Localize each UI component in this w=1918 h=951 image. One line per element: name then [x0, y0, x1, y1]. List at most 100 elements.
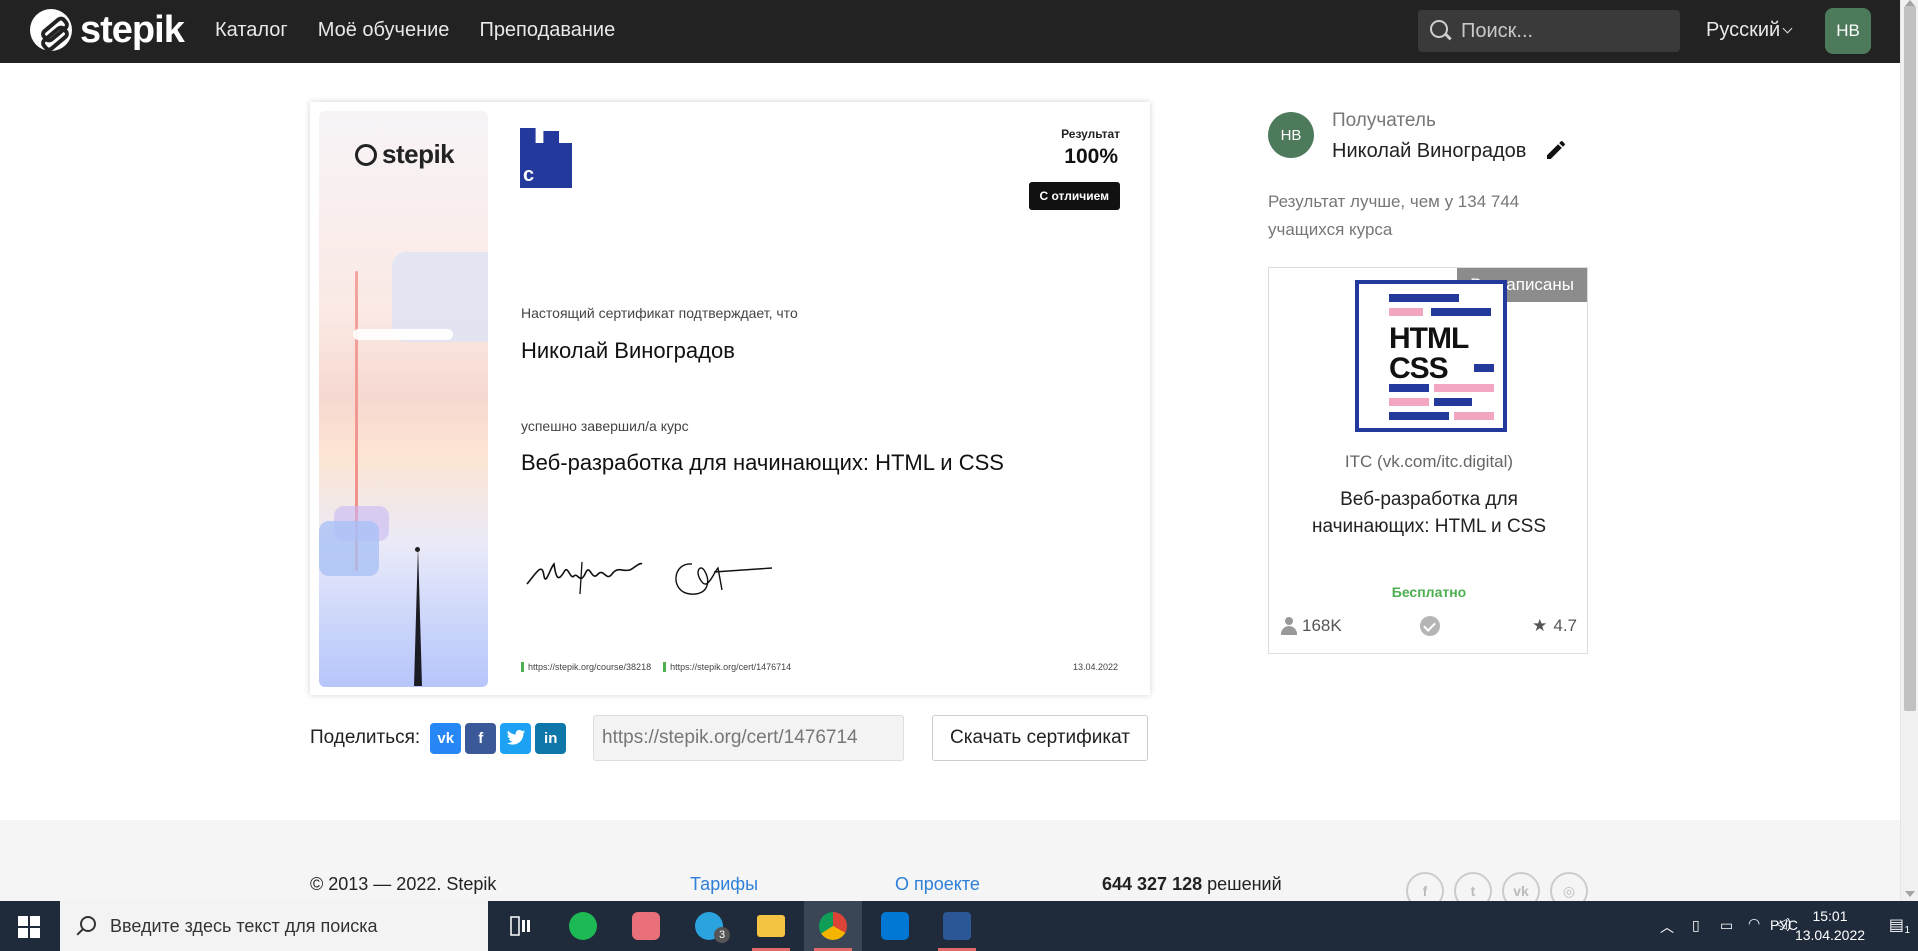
- certificate-course-title: Веб-разработка для начинающих: HTML и CS…: [521, 450, 1004, 475]
- course-author[interactable]: ITC (vk.com/itc.digital): [1269, 452, 1589, 472]
- thumb-bar: [1434, 384, 1494, 392]
- course-card[interactable]: Вы записаны HTML CSS ITC (vk.com/itc.digi…: [1268, 267, 1588, 654]
- result-value: 100%: [1064, 145, 1118, 168]
- clock[interactable]: 15:01 13.04.2022: [1790, 907, 1870, 945]
- course-thumbnail[interactable]: HTML CSS: [1355, 280, 1507, 432]
- rating-value: 4.7: [1553, 616, 1577, 635]
- spotify-taskbar-app[interactable]: [554, 901, 612, 951]
- check-circle-icon: [1420, 616, 1440, 636]
- thumb-bar: [1389, 398, 1429, 406]
- linkedin-share-button[interactable]: in: [535, 722, 567, 754]
- confirms-text: Настоящий сертификат подтверждает, что: [521, 305, 798, 321]
- footer-link-about[interactable]: О проекте: [895, 874, 980, 895]
- windows-start-icon[interactable]: [18, 916, 40, 938]
- stepik-mark-icon: [355, 143, 377, 166]
- page-scrollbar[interactable]: [1900, 0, 1918, 901]
- share-row: Поделиться: vk f in https://stepik.org/c…: [310, 715, 1148, 761]
- vk-share-button[interactable]: vk: [430, 722, 462, 754]
- language-selector[interactable]: Русский: [1706, 19, 1793, 42]
- snipping-taskbar-app[interactable]: [617, 901, 675, 951]
- linkedin-icon: in: [544, 729, 558, 747]
- decor-spike: [414, 546, 422, 686]
- twitter-icon: [506, 729, 525, 745]
- thumb-bar: [1454, 412, 1494, 420]
- spotify-icon: [569, 912, 597, 940]
- better-than-text: Результат лучше, чем у 134 744 учащихся …: [1268, 192, 1520, 239]
- completed-text: успешно завершил/а курс: [521, 418, 689, 434]
- scroll-down-icon[interactable]: [1905, 891, 1915, 897]
- notifications-count: 1: [1904, 925, 1910, 936]
- learners-count: 168K: [1302, 616, 1342, 635]
- certificate-stepik-logo: stepik: [355, 139, 455, 170]
- nav-teaching[interactable]: Преподавание: [479, 19, 615, 42]
- certificate-brand: stepik: [382, 139, 455, 169]
- search-icon: [1430, 20, 1452, 42]
- learners-stat: 168K: [1281, 616, 1342, 636]
- folder-icon: [757, 915, 785, 937]
- taskbar-search-text: Введите здесь текст для поиска: [110, 915, 378, 936]
- telegram-taskbar-app[interactable]: 3: [680, 901, 738, 951]
- share-label: Поделиться:: [310, 727, 421, 748]
- star-icon: ★: [1532, 616, 1548, 635]
- tray-chevron-up-icon[interactable]: ︿: [1660, 917, 1674, 937]
- copyright: © 2013 — 2022. Stepik: [310, 874, 497, 894]
- rating-stat: ★ 4.7: [1532, 616, 1577, 636]
- search-icon: [76, 916, 96, 936]
- nav-catalog[interactable]: Каталог: [215, 19, 288, 42]
- main-nav: Каталог Моё обучение Преподавание: [215, 19, 615, 42]
- distinction-badge: С отличием: [1028, 182, 1120, 210]
- certificate-date: 13.04.2022: [1072, 662, 1118, 672]
- person-icon: [1281, 617, 1297, 635]
- recipient-label: Получатель: [1332, 110, 1436, 131]
- decor-dot: [415, 547, 420, 552]
- word-taskbar-app[interactable]: [928, 901, 986, 951]
- decor-bar: [353, 329, 453, 340]
- certificate-stat: [1420, 616, 1440, 636]
- footer-link-pricing[interactable]: Тарифы: [690, 874, 758, 895]
- thumb-bar: [1389, 384, 1429, 392]
- edit-pencil-icon[interactable]: [1544, 138, 1568, 162]
- recipient-name[interactable]: Николай Виноградов: [1332, 140, 1526, 163]
- explorer-taskbar-app[interactable]: [742, 901, 800, 951]
- battery-icon[interactable]: ▭: [1720, 917, 1733, 934]
- scrollbar-thumb[interactable]: [1904, 6, 1916, 711]
- word-icon: [943, 912, 971, 940]
- facebook-icon: f: [478, 729, 484, 747]
- course-stats: 168K ★ 4.7: [1281, 616, 1577, 640]
- wifi-icon[interactable]: ◠: [1748, 915, 1760, 932]
- stepik-logo-icon: [30, 9, 72, 51]
- decor-shape: [319, 521, 379, 576]
- vk-icon: vk: [437, 729, 455, 747]
- thumb-bar: [1434, 398, 1472, 406]
- notifications-icon[interactable]: ▤: [1889, 915, 1904, 935]
- facebook-share-button[interactable]: f: [465, 722, 497, 754]
- certificate-url-field[interactable]: https://stepik.org/cert/1476714: [593, 715, 904, 761]
- chrome-taskbar-app[interactable]: [804, 901, 862, 951]
- system-tray: ︿ ▯ ▭ ◠ ◁) РУС 15:01 13.04.2022 ▤ 1: [1498, 901, 1918, 951]
- twitter-share-button[interactable]: [500, 722, 532, 754]
- course-link: https://stepik.org/course/38218: [521, 662, 651, 672]
- search-box[interactable]: [1418, 10, 1680, 52]
- taskbar-search[interactable]: Введите здесь текст для поиска: [60, 901, 488, 951]
- nav-my-learning[interactable]: Моё обучение: [318, 19, 450, 42]
- user-avatar[interactable]: НВ: [1825, 8, 1871, 54]
- task-view-button[interactable]: [492, 901, 550, 951]
- chrome-icon: [819, 912, 847, 940]
- download-certificate-button[interactable]: Скачать сертификат: [932, 715, 1148, 761]
- thumb-bar: [1474, 364, 1494, 372]
- stepik-logo[interactable]: stepik: [30, 9, 185, 51]
- vscode-taskbar-app[interactable]: [866, 901, 924, 951]
- tray-device-icon[interactable]: ▯: [1692, 917, 1700, 934]
- course-title[interactable]: Веб-разработка для начинающих: HTML и CS…: [1289, 486, 1569, 540]
- snipping-tool-icon: [632, 912, 660, 940]
- top-navbar: stepik Каталог Моё обучение Преподавание…: [0, 0, 1900, 63]
- result-label: Результат: [1061, 127, 1120, 141]
- thumb-bar: [1389, 412, 1449, 420]
- os-taskbar: Введите здесь текст для поиска 3 ︿ ▯ ▭ ◠…: [0, 901, 1918, 951]
- search-input[interactable]: [1461, 19, 1661, 43]
- task-view-icon: [510, 916, 530, 936]
- clock-date: 13.04.2022: [1794, 927, 1866, 943]
- recipient-avatar[interactable]: НВ: [1268, 112, 1314, 158]
- thumb-bar: [1389, 294, 1459, 302]
- chevron-down-icon: [1782, 23, 1793, 34]
